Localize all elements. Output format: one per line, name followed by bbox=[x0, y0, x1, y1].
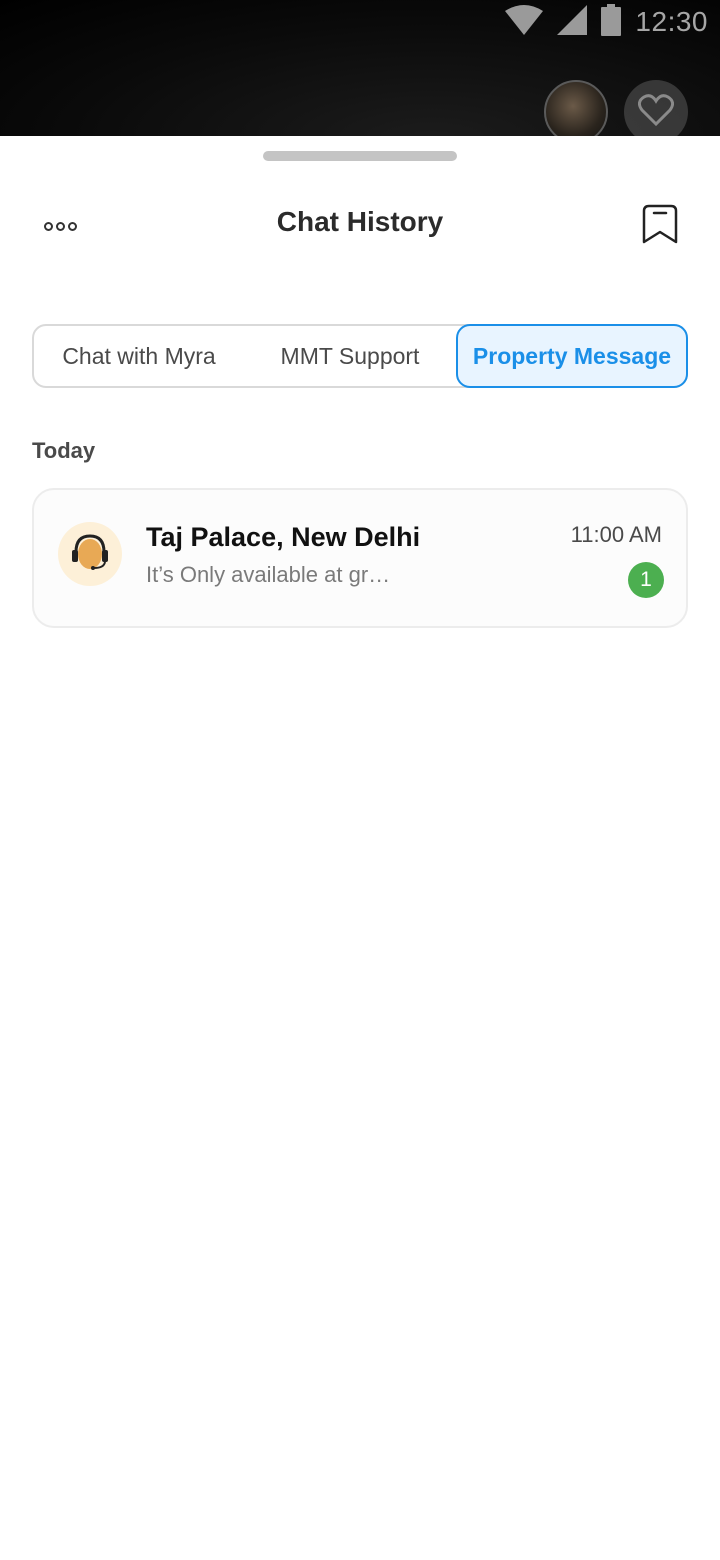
chat-avatar bbox=[58, 522, 122, 586]
chat-timestamp: 11:00 AM bbox=[570, 522, 662, 547]
sheet-header: Chat History bbox=[0, 196, 720, 256]
cellular-signal-icon bbox=[557, 4, 588, 40]
chat-list-item[interactable]: Taj Palace, New Delhi It’s Only availabl… bbox=[32, 488, 688, 628]
chat-category-tabs: Chat with Myra MMT Support Property Mess… bbox=[32, 324, 688, 388]
bookmark-icon bbox=[642, 204, 678, 249]
tab-property-message[interactable]: Property Message bbox=[456, 324, 688, 388]
heart-icon bbox=[637, 93, 675, 131]
support-agent-headset-icon bbox=[70, 530, 110, 579]
favorite-button[interactable] bbox=[624, 80, 688, 144]
chat-preview: It’s Only available at gr… bbox=[146, 562, 391, 587]
status-bar: 12:30 bbox=[0, 0, 720, 44]
screen: 12:30 Chat History Chat with Myra MMT Su… bbox=[0, 0, 720, 1560]
tab-mmt-support[interactable]: MMT Support bbox=[244, 326, 456, 386]
battery-icon bbox=[601, 3, 622, 41]
background-content: 12:30 bbox=[0, 0, 720, 144]
bookmark-button[interactable] bbox=[638, 204, 682, 248]
wifi-icon bbox=[505, 4, 544, 40]
drag-handle[interactable] bbox=[263, 151, 457, 161]
page-title: Chat History bbox=[276, 206, 444, 237]
chat-history-sheet: Chat History Chat with Myra MMT Support … bbox=[0, 136, 720, 1560]
section-label-today: Today bbox=[32, 438, 96, 463]
host-avatar[interactable] bbox=[544, 80, 608, 144]
unread-count-badge: 1 bbox=[628, 562, 664, 598]
tab-chat-with-myra[interactable]: Chat with Myra bbox=[34, 326, 244, 386]
status-time: 12:30 bbox=[635, 6, 708, 37]
chat-title: Taj Palace, New Delhi bbox=[146, 522, 421, 552]
